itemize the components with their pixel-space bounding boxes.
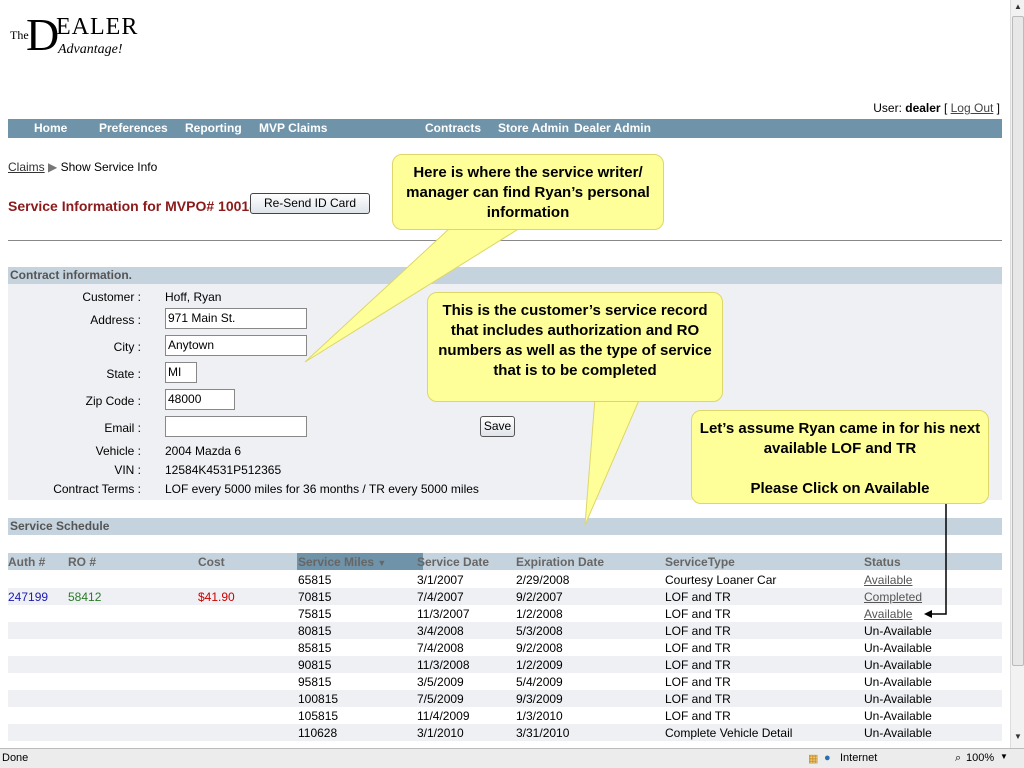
globe-icon: ● — [824, 752, 831, 764]
browser-status-bar: Done ▦ ● Internet ⌕ 100% ▼ — [0, 748, 1024, 768]
callout-click-available: Let’s assume Ryan came in for his next a… — [691, 410, 989, 504]
zoom-level[interactable]: 100% — [966, 752, 994, 764]
callout-personal-info: Here is where the service writer/ manage… — [392, 154, 664, 230]
zoom-icon[interactable]: ⌕ — [955, 752, 961, 765]
status-text: Done — [2, 752, 29, 764]
lock-icon: ▦ — [808, 753, 819, 765]
scroll-thumb[interactable] — [1012, 16, 1024, 666]
scroll-up-icon[interactable]: ▲ — [1014, 2, 1022, 11]
callout-two-pointer — [584, 397, 641, 526]
scroll-down-icon[interactable]: ▼ — [1014, 732, 1022, 741]
callout-three-text: Let’s assume Ryan came in for his next a… — [699, 420, 981, 457]
callout-service-record: This is the customer’s service record th… — [427, 292, 723, 402]
vertical-scrollbar[interactable]: ▲ ▼ — [1010, 0, 1024, 748]
arrow-head-icon — [924, 610, 932, 618]
zone-text: Internet — [840, 752, 878, 764]
callout-three-arrow — [930, 503, 947, 615]
zoom-dropdown-icon[interactable]: ▼ — [1000, 752, 1008, 761]
callout-three-instruction: Please Click on Available — [750, 480, 930, 497]
